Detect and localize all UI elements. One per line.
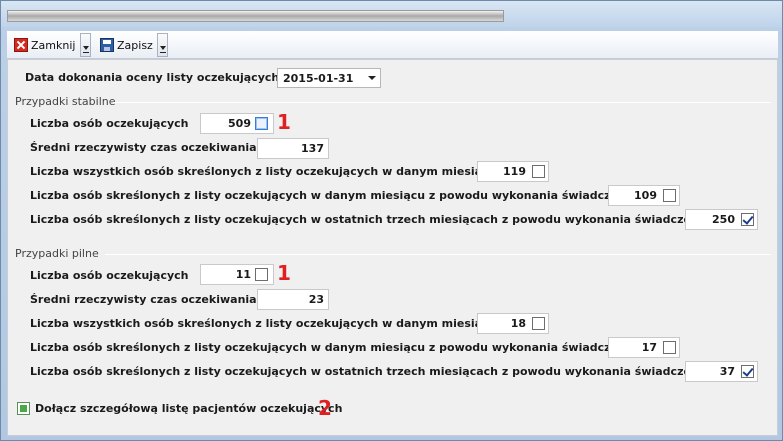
main-window: Zamknij Zapisz Data dokonania oceny list… xyxy=(0,0,783,441)
title-bar[interactable] xyxy=(1,1,782,27)
date-picker[interactable]: 2015-01-31 xyxy=(277,68,381,88)
save-button-label: Zapisz xyxy=(117,38,153,52)
stable-removed-service-label: Liczba osób skreślonych z listy oczekują… xyxy=(30,189,638,202)
toolbar: Zamknij Zapisz xyxy=(7,31,778,59)
close-button-label: Zamknij xyxy=(31,38,76,52)
attach-list-label[interactable]: Dołącz szczegółową listę pacjentów oczek… xyxy=(35,402,342,415)
stable-removed-3m-value: 250 xyxy=(712,213,735,226)
stable-waiting-label: Liczba osób oczekujących xyxy=(30,117,189,130)
stable-waiting-checkbox[interactable] xyxy=(255,117,268,130)
stable-avg-value: 137 xyxy=(301,142,324,155)
urgent-group-title: Przypadki pilne xyxy=(15,247,99,260)
urgent-removed-3m-checkbox[interactable] xyxy=(741,365,754,378)
urgent-waiting-checkbox[interactable] xyxy=(255,268,268,281)
attach-marker-2: 2 xyxy=(318,396,332,420)
save-dropdown-arrow[interactable] xyxy=(157,33,168,57)
stable-removed-3m-checkbox[interactable] xyxy=(741,213,754,226)
stable-marker-1: 1 xyxy=(277,110,291,134)
save-icon xyxy=(100,38,114,52)
urgent-removed-service-label: Liczba osób skreślonych z listy oczekują… xyxy=(30,341,638,354)
stable-removed-all-value: 119 xyxy=(503,165,526,178)
stable-waiting-field[interactable]: 509 xyxy=(200,113,274,134)
urgent-removed-3m-label: Liczba osób skreślonych z listy oczekują… xyxy=(30,365,710,378)
stable-removed-service-field[interactable]: 109 xyxy=(608,185,680,206)
urgent-removed-all-field[interactable]: 18 xyxy=(477,313,549,334)
date-label: Data dokonania oceny listy oczekujących xyxy=(25,71,280,84)
urgent-waiting-field[interactable]: 11 xyxy=(200,264,274,285)
close-icon xyxy=(14,38,28,52)
stable-group-title: Przypadki stabilne xyxy=(15,95,116,108)
urgent-waiting-label: Liczba osób oczekujących xyxy=(30,269,189,282)
form-panel: Data dokonania oceny listy oczekujących … xyxy=(7,59,778,436)
urgent-avg-field[interactable]: 23 xyxy=(257,289,329,310)
urgent-removed-service-checkbox[interactable] xyxy=(663,341,676,354)
urgent-waiting-value: 11 xyxy=(235,268,251,281)
stable-removed-service-checkbox[interactable] xyxy=(663,189,676,202)
stable-avg-label: Średni rzeczywisty czas oczekiwania xyxy=(30,141,257,154)
urgent-removed-all-label: Liczba wszystkich osób skreślonych z lis… xyxy=(30,317,497,330)
attach-list-checkbox[interactable] xyxy=(17,402,30,415)
date-value: 2015-01-31 xyxy=(283,72,354,85)
title-bar-stripe xyxy=(7,10,504,22)
close-dropdown-arrow[interactable] xyxy=(80,33,91,57)
urgent-avg-label: Średni rzeczywisty czas oczekiwania xyxy=(30,293,257,306)
urgent-removed-3m-field[interactable]: 37 xyxy=(685,361,758,382)
urgent-removed-3m-value: 37 xyxy=(719,365,735,378)
stable-removed-all-field[interactable]: 119 xyxy=(477,161,549,182)
chevron-down-icon[interactable] xyxy=(364,69,380,87)
stable-removed-all-label: Liczba wszystkich osób skreślonych z lis… xyxy=(30,165,497,178)
urgent-avg-value: 23 xyxy=(308,293,324,306)
close-button[interactable]: Zamknij xyxy=(9,33,80,57)
stable-avg-field[interactable]: 137 xyxy=(257,138,329,159)
stable-waiting-value: 509 xyxy=(228,117,251,130)
urgent-removed-service-field[interactable]: 17 xyxy=(608,337,680,358)
urgent-removed-service-value: 17 xyxy=(641,341,657,354)
stable-removed-3m-field[interactable]: 250 xyxy=(685,209,758,230)
stable-removed-3m-label: Liczba osób skreślonych z listy oczekują… xyxy=(30,213,710,226)
stable-removed-service-value: 109 xyxy=(634,189,657,202)
stable-removed-all-checkbox[interactable] xyxy=(532,165,545,178)
urgent-marker-1: 1 xyxy=(277,261,291,285)
urgent-group-divider xyxy=(105,254,771,255)
urgent-removed-all-value: 18 xyxy=(510,317,526,330)
stable-group-divider xyxy=(113,102,771,103)
urgent-removed-all-checkbox[interactable] xyxy=(532,317,545,330)
save-button[interactable]: Zapisz xyxy=(95,33,158,57)
